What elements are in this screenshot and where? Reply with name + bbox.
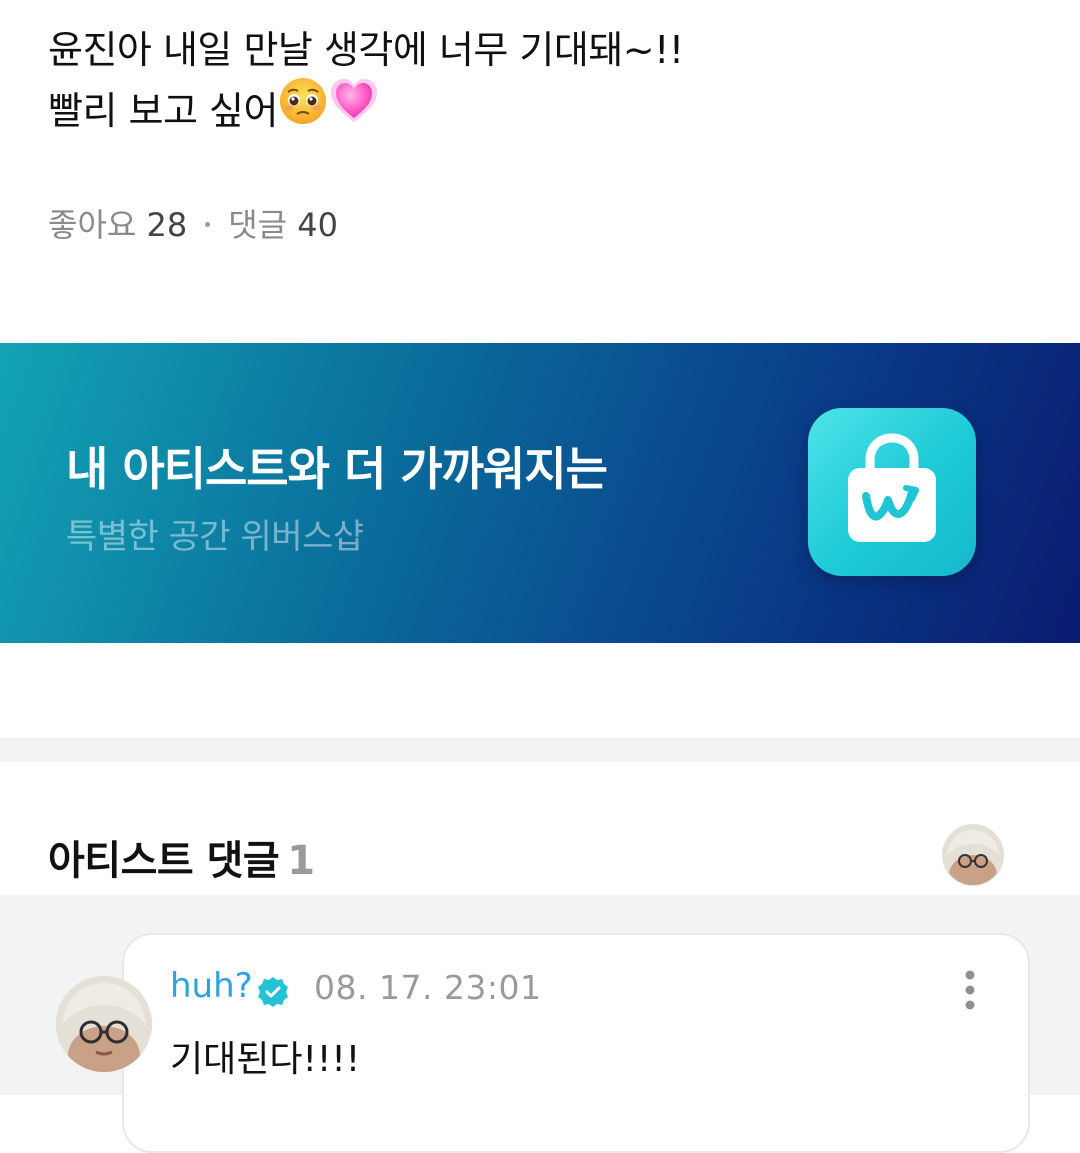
weverse-shop-bag-icon: [808, 408, 976, 576]
section-divider: [0, 738, 1080, 762]
weverse-shop-banner[interactable]: 내 아티스트와 더 가까워지는 특별한 공간 위버스샵: [0, 343, 1080, 643]
comment-timestamp: 08. 17. 23:01: [314, 968, 542, 1007]
likes-count: 28: [146, 206, 188, 244]
artist-avatar[interactable]: [942, 824, 1004, 886]
post-text-line-2-text: 빨리 보고 싶어: [48, 89, 278, 133]
banner-subtitle: 특별한 공간 위버스샵: [66, 517, 364, 557]
comment-author-avatar[interactable]: [56, 976, 152, 1072]
likes-stat[interactable]: 좋아요 28: [48, 206, 187, 244]
post-text: 윤진아 내일 만날 생각에 너무 기대돼~!! 빨리 보고 싶어: [48, 20, 684, 147]
comments-count: 40: [297, 206, 338, 244]
more-options-icon[interactable]: [958, 968, 982, 1012]
banner-title: 내 아티스트와 더 가까워지는: [66, 442, 608, 496]
artist-comments-title: 아티스트 댓글: [48, 838, 280, 884]
pleading-face-icon: [278, 76, 328, 143]
comment-text: 기대된다!!!!: [170, 1039, 361, 1080]
artist-comments-count: 1: [287, 838, 315, 884]
artist-comments-heading: 아티스트 댓글 1: [48, 828, 315, 886]
growing-heart-icon: [328, 76, 380, 143]
stats-separator: [205, 221, 211, 227]
likes-label: 좋아요: [48, 206, 137, 244]
post-stats: 좋아요 28 댓글 40: [48, 200, 338, 246]
comment-author-name[interactable]: huh?: [170, 966, 253, 1006]
verified-badge-icon: [256, 975, 290, 1009]
comments-stat[interactable]: 댓글 40: [228, 206, 338, 244]
post-text-line-1: 윤진아 내일 만날 생각에 너무 기대돼~!!: [48, 28, 684, 72]
comments-label: 댓글: [228, 206, 288, 244]
post-text-line-2: 빨리 보고 싶어: [48, 78, 684, 147]
